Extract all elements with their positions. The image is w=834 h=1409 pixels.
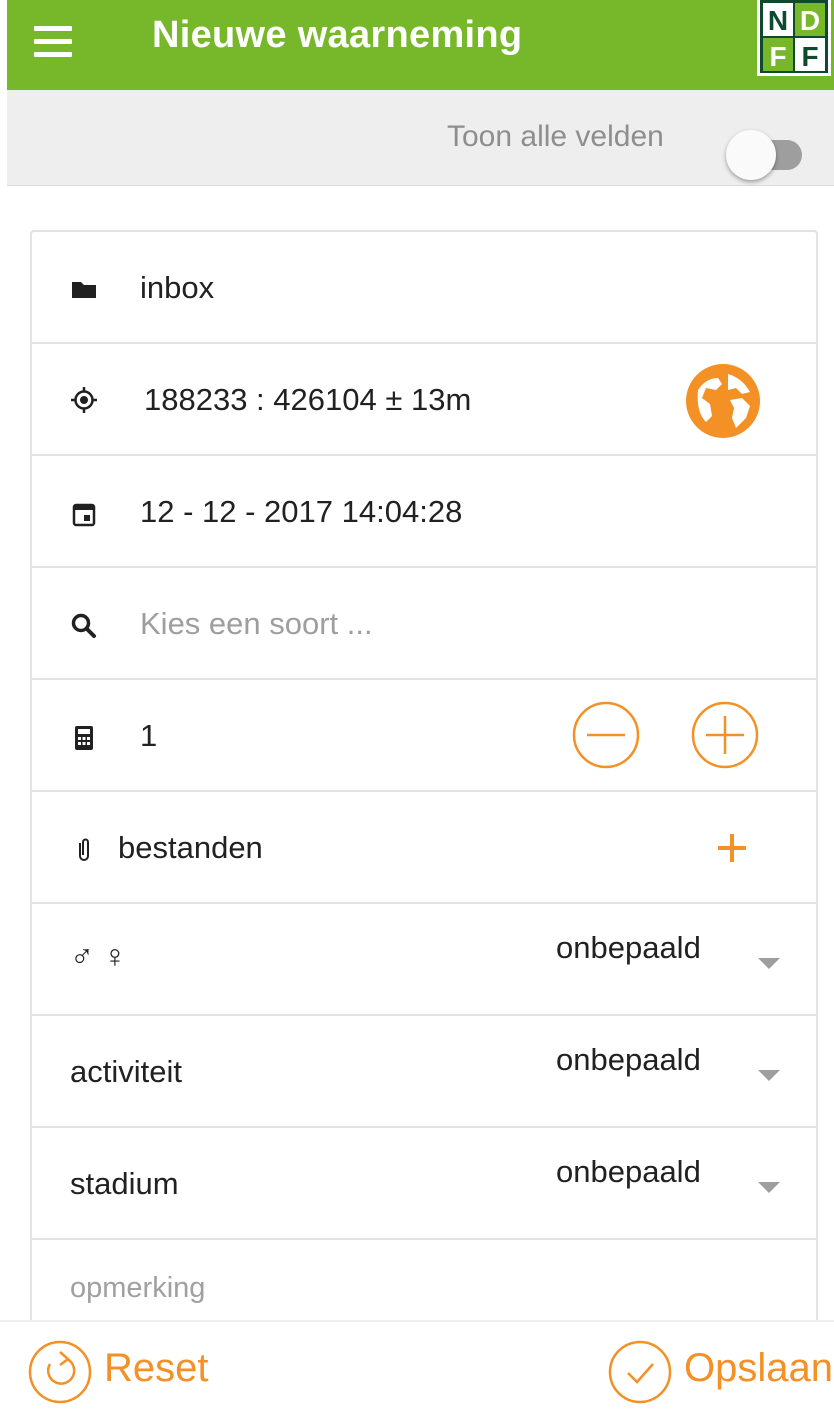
svg-text:F: F xyxy=(801,41,818,72)
count-row: 1 xyxy=(32,680,818,792)
location-row[interactable]: 188233 : 426104 ± 13m xyxy=(32,344,818,456)
folder-row[interactable]: inbox xyxy=(32,232,818,344)
calendar-icon xyxy=(72,503,96,527)
bottom-action-bar: Reset Opslaan xyxy=(0,1320,834,1409)
show-all-fields-label: Toon alle velden xyxy=(447,120,664,153)
add-file-button[interactable] xyxy=(712,828,752,868)
files-label: bestanden xyxy=(118,830,263,865)
stage-label: stadium xyxy=(70,1166,179,1201)
species-row[interactable]: Kies een soort ... xyxy=(32,568,818,680)
date-row[interactable]: 12 - 12 - 2017 14:04:28 xyxy=(32,456,818,568)
increment-button[interactable] xyxy=(690,700,760,770)
decrement-button[interactable] xyxy=(571,700,641,770)
options-bar: Toon alle velden xyxy=(7,90,834,186)
menu-button[interactable] xyxy=(29,22,83,62)
menu-icon xyxy=(34,26,72,31)
species-input[interactable]: Kies een soort ... xyxy=(140,606,373,642)
stage-select[interactable] xyxy=(532,1138,816,1228)
app-screen: Nieuwe waarneming N D F F Toon alle veld… xyxy=(0,0,834,1409)
activity-row: activiteit onbepaald xyxy=(32,1016,818,1128)
svg-text:D: D xyxy=(800,5,820,36)
activity-select[interactable] xyxy=(532,1026,816,1116)
sex-row: ♂ ♀ onbepaald xyxy=(32,904,818,1016)
crosshair-icon xyxy=(71,387,97,413)
refresh-icon xyxy=(28,1340,92,1404)
search-icon xyxy=(71,613,96,638)
files-row: bestanden xyxy=(32,792,818,904)
svg-text:F: F xyxy=(769,41,786,72)
reset-button[interactable]: Reset xyxy=(28,1338,209,1404)
sex-symbols: ♂ ♀ xyxy=(70,938,127,974)
stage-row: stadium onbepaald xyxy=(32,1128,818,1240)
activity-label: activiteit xyxy=(70,1054,182,1089)
save-label: Opslaan xyxy=(684,1346,833,1390)
svg-text:N: N xyxy=(768,5,788,36)
paperclip-icon xyxy=(79,838,89,861)
show-all-fields-toggle[interactable] xyxy=(722,130,808,180)
comment-field[interactable]: opmerking xyxy=(70,1272,205,1305)
observation-form: inbox 188233 : 426104 ± 13m 12 - 12 - 20… xyxy=(30,230,818,1330)
check-icon xyxy=(608,1340,672,1404)
globe-icon[interactable] xyxy=(684,362,762,440)
folder-icon xyxy=(72,282,96,298)
count-value[interactable]: 1 xyxy=(140,718,157,754)
date-value: 12 - 12 - 2017 14:04:28 xyxy=(140,494,463,529)
ndff-logo: N D F F xyxy=(757,0,831,76)
sex-select[interactable] xyxy=(532,914,816,1004)
app-bar: Nieuwe waarneming N D F F xyxy=(7,0,834,90)
calculator-icon xyxy=(75,726,93,750)
save-button[interactable]: Opslaan xyxy=(608,1338,833,1404)
reset-label: Reset xyxy=(104,1346,209,1390)
page-title: Nieuwe waarneming xyxy=(152,14,523,56)
location-value: 188233 : 426104 ± 13m xyxy=(144,382,472,417)
folder-value: inbox xyxy=(140,270,215,305)
